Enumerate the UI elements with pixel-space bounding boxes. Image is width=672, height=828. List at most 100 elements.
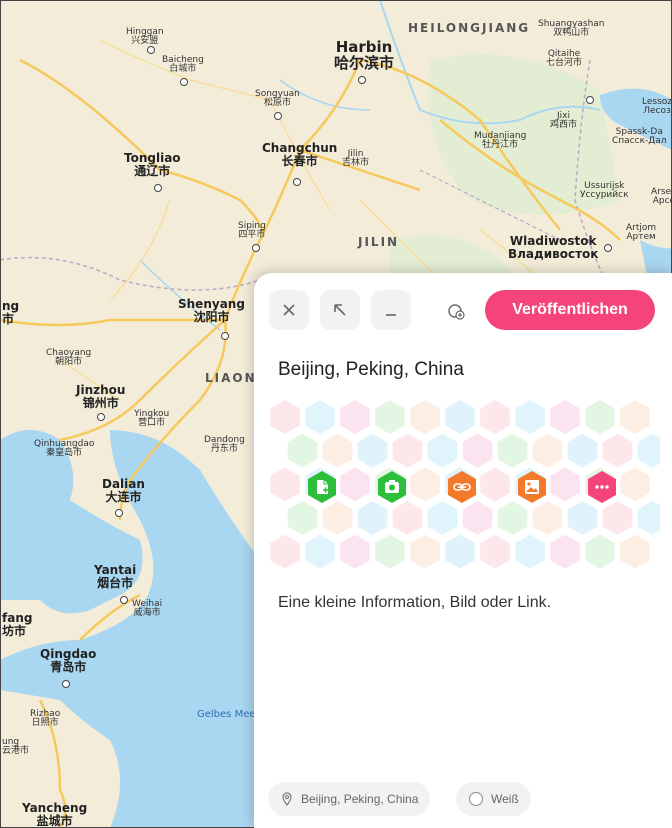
hex-tile: [427, 433, 458, 468]
hex-tile: [322, 433, 353, 468]
hex-tile: [322, 500, 353, 535]
city-label: ng 市: [2, 299, 20, 326]
city-marker: [586, 96, 594, 104]
province-label-heilongjiang: HEILONGJIANG: [408, 21, 531, 35]
hex-tile: [480, 400, 510, 434]
city-label: Tongliao 通辽市: [124, 151, 181, 178]
close-button[interactable]: [269, 290, 309, 330]
hex-tile: [637, 500, 660, 535]
city-marker: [221, 332, 229, 340]
add-image-button[interactable]: [515, 470, 549, 504]
hex-tile: [287, 500, 318, 535]
city-label: fang 坊市: [2, 611, 33, 638]
hex-tile: [375, 400, 405, 434]
city-label: Qinhuangdao 秦皇岛市: [34, 439, 95, 459]
hex-tile: [567, 500, 598, 535]
location-chip[interactable]: Beijing, Peking, China: [268, 782, 431, 816]
hex-tile: [305, 400, 335, 434]
city-label: Yingkou 营口市: [134, 409, 170, 429]
city-marker: [97, 413, 105, 421]
add-circle-icon: [448, 304, 465, 320]
more-icon: [588, 471, 616, 503]
add-photo-button[interactable]: [375, 470, 409, 504]
color-circle-icon: [468, 791, 484, 807]
city-label: Yantai 烟台市: [94, 563, 137, 590]
city-marker: [604, 244, 612, 252]
city-label: Changchun 长春市: [262, 141, 338, 168]
add-collaborator-button[interactable]: [445, 300, 467, 322]
hex-tile: [550, 534, 580, 569]
city-label: Spassk-Da Спасск-Дал: [612, 127, 667, 147]
hex-tile: [602, 500, 633, 535]
city-label: Harbin 哈尔滨市: [334, 38, 395, 72]
sea-label: Gelbes Mee: [197, 709, 256, 720]
city-label: Hinggan 兴安盟: [126, 27, 164, 47]
color-chip[interactable]: Weiß: [456, 782, 531, 816]
city-marker: [358, 76, 366, 84]
hex-tile: [497, 500, 528, 535]
hex-tile: [445, 400, 475, 434]
hex-tile: [340, 400, 370, 434]
hex-tile: [620, 534, 650, 569]
minimize-icon: [386, 314, 396, 316]
hex-tile: [375, 534, 405, 569]
city-label: Wladiwostok Владивосток: [508, 234, 599, 261]
hex-tile: [532, 500, 563, 535]
image-icon: [518, 471, 546, 503]
hex-tile: [620, 400, 650, 434]
add-document-button[interactable]: [305, 470, 339, 504]
hex-tile: [357, 433, 388, 468]
hex-tile: [445, 534, 475, 569]
city-marker: [293, 178, 301, 186]
city-label: Jilin 吉林市: [342, 149, 370, 169]
city-label: Artjom Артем: [626, 223, 657, 243]
city-label: Dalian 大连市: [102, 477, 145, 504]
color-chip-label: Weiß: [491, 792, 519, 806]
city-label: Baicheng 白城市: [162, 55, 204, 75]
city-label: ArsenАрсе: [651, 187, 672, 207]
hex-tile: [427, 500, 458, 535]
more-options-button[interactable]: [585, 470, 619, 504]
city-label: Dandong 丹东市: [204, 435, 245, 455]
hex-tile: [410, 467, 440, 502]
hex-tile: [392, 433, 423, 468]
camera-icon: [378, 471, 406, 503]
hex-tile: [550, 400, 580, 434]
city-label: Shenyang 沈阳市: [178, 297, 245, 324]
location-editor-panel: Veröffentlichen Beijing, Peking, China E…: [254, 273, 672, 828]
hex-tile: [410, 400, 440, 434]
hex-tile: [532, 433, 563, 468]
info-placeholder[interactable]: Eine kleine Information, Bild oder Link.: [278, 594, 551, 612]
city-label: Songyuan 松原市: [255, 89, 300, 109]
publish-button[interactable]: Veröffentlichen: [485, 290, 655, 330]
city-marker: [120, 596, 128, 604]
hex-tile: [480, 467, 510, 502]
city-marker: [115, 509, 123, 517]
location-pin-icon: [282, 792, 292, 806]
hex-tile: [270, 467, 300, 502]
city-label: Qingdao 青岛市: [40, 647, 97, 674]
panel-title[interactable]: Beijing, Peking, China: [278, 359, 464, 381]
hex-tile: [637, 433, 660, 468]
city-marker: [180, 78, 188, 86]
city-label: Qitaihe 七台河市: [546, 49, 583, 69]
hex-tile: [287, 433, 318, 468]
hex-tile: [620, 467, 650, 502]
hex-tile: [270, 400, 300, 434]
minimize-button[interactable]: [371, 290, 411, 330]
add-link-button[interactable]: [445, 470, 479, 504]
city-label: Siping 四平市: [238, 221, 266, 241]
city-label: Jinzhou 锦州市: [76, 383, 126, 410]
hex-tile: [462, 500, 493, 535]
city-marker: [274, 112, 282, 120]
city-marker: [62, 680, 70, 688]
expand-button[interactable]: [320, 290, 360, 330]
document-icon: [308, 471, 336, 503]
city-marker: [147, 46, 155, 54]
arrow-up-left-icon: [334, 304, 346, 316]
hex-tile: [567, 433, 598, 468]
city-label: Shuangyashan 双鸭山市: [538, 19, 605, 39]
hex-tile: [550, 467, 580, 502]
hex-tile: [480, 534, 510, 569]
hex-tile: [305, 534, 335, 569]
